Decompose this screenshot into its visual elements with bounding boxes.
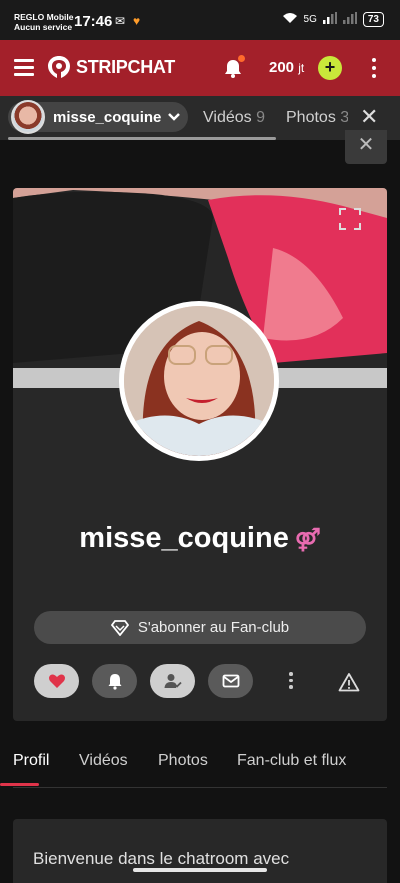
tab-photos-label: Photos — [286, 109, 336, 126]
notify-button[interactable] — [92, 664, 137, 698]
profile-avatar[interactable] — [119, 301, 279, 461]
app-screen: REGLO Mobile Aucun service 17:46 ✉ ♥ 5G … — [0, 0, 400, 883]
status-icons: 5G 73 — [282, 12, 384, 27]
user-check-icon — [164, 674, 182, 688]
tab-scroll-indicator — [8, 137, 276, 140]
battery-indicator: 73 — [362, 12, 384, 27]
close-icon[interactable]: ✕ — [360, 104, 378, 130]
wifi-icon — [282, 12, 298, 27]
model-name: misse_coquine — [53, 108, 162, 126]
carrier-service: Aucun service — [14, 22, 73, 32]
menu-icon[interactable] — [14, 59, 34, 76]
model-avatar-small — [11, 100, 45, 134]
signal-icon-secondary — [342, 12, 357, 27]
token-unit: jt — [298, 61, 305, 75]
fanclub-label: S'abonner au Fan-club — [137, 619, 290, 636]
stripchat-logo-icon — [48, 56, 70, 78]
token-value: 200 — [269, 59, 295, 76]
buy-tokens-button[interactable]: + — [318, 56, 342, 80]
gender-icon: ⚤ — [294, 527, 321, 552]
diamond-icon — [110, 619, 129, 636]
tab-videos-profile[interactable]: Vidéos — [79, 752, 128, 770]
tab-fanclub-feed[interactable]: Fan-club et flux — [237, 752, 346, 770]
carrier-name: REGLO Mobile — [14, 12, 74, 22]
warning-icon[interactable] — [338, 672, 360, 692]
gesture-bar — [133, 868, 267, 872]
network-type: 5G — [303, 14, 317, 25]
app-notification-icon: ♥ — [133, 14, 141, 28]
profile-username: misse_coquine ⚤ — [13, 522, 387, 555]
carrier-info: REGLO Mobile Aucun service — [14, 12, 74, 32]
heart-icon — [48, 674, 65, 688]
bell-icon — [108, 674, 121, 690]
more-options-icon[interactable] — [371, 58, 377, 80]
tab-photos[interactable]: Photos 3 — [286, 109, 348, 127]
favorite-button[interactable] — [34, 664, 79, 698]
token-balance[interactable]: 200 jt — [269, 59, 304, 76]
profile-tabs: Profil Vidéos Photos Fan-club et flux — [13, 750, 387, 788]
clock: 17:46 — [74, 13, 113, 30]
gmail-icon: ✉ — [115, 14, 126, 28]
follow-button[interactable] — [150, 664, 195, 698]
mail-icon — [222, 674, 239, 688]
tab-videos-count: 9 — [256, 109, 265, 126]
message-button[interactable] — [208, 664, 253, 698]
about-text: Bienvenue dans le chatroom avec — [33, 849, 290, 868]
close-button-secondary[interactable]: ✕ — [345, 130, 387, 164]
tab-photos-profile[interactable]: Photos — [158, 752, 208, 770]
tab-photos-count: 3 — [340, 109, 348, 126]
more-icon[interactable] — [288, 672, 294, 692]
subscribe-fanclub-button[interactable]: S'abonner au Fan-club — [34, 611, 366, 644]
notification-dot — [238, 55, 245, 62]
active-tab-indicator — [0, 783, 39, 786]
about-section: Bienvenue dans le chatroom avec — [13, 819, 387, 883]
tab-videos-label: Vidéos — [203, 109, 252, 126]
profile-card: misse_coquine ⚤ S'abonner au Fan-club — [13, 188, 387, 721]
avatar-photo — [124, 306, 274, 456]
signal-icon — [322, 12, 337, 27]
logo[interactable]: STRIPCHAT — [46, 54, 175, 80]
status-bar: REGLO Mobile Aucun service 17:46 ✉ ♥ 5G … — [0, 0, 400, 40]
tab-videos[interactable]: Vidéos 9 — [203, 109, 265, 127]
logo-text: STRIPCHAT — [76, 56, 175, 77]
tab-profil[interactable]: Profil — [13, 752, 49, 770]
fullscreen-icon[interactable] — [339, 208, 361, 230]
chevron-down-icon — [168, 113, 181, 121]
app-header: STRIPCHAT 200 jt + — [0, 40, 400, 96]
model-selector[interactable]: misse_coquine — [8, 100, 188, 134]
username-text: misse_coquine — [79, 522, 289, 554]
